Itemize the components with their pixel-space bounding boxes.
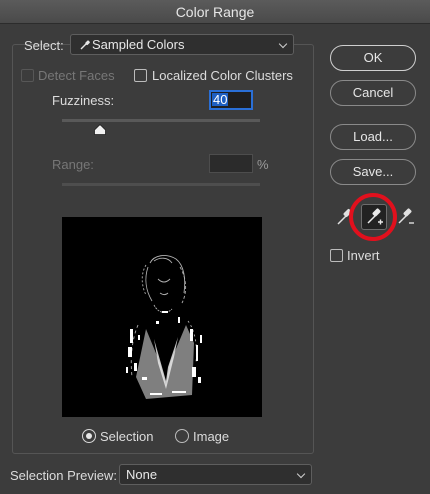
window-title: Color Range xyxy=(0,0,430,24)
highlight-annotation-circle xyxy=(349,193,397,241)
load-button[interactable]: Load... xyxy=(330,124,416,150)
select-value: Sampled Colors xyxy=(92,37,185,52)
image-radio-label: Image xyxy=(193,429,230,444)
select-label: Select: xyxy=(24,38,64,53)
color-range-dialog: Color Range Select: Sampled Colors Detec… xyxy=(0,0,430,494)
subtract-from-sample-tool[interactable] xyxy=(394,205,418,229)
selection-radio-label: Selection xyxy=(100,429,154,444)
selection-radio[interactable] xyxy=(82,429,96,443)
invert-checkbox[interactable] xyxy=(330,249,343,262)
fuzziness-label: Fuzziness: xyxy=(52,93,115,108)
select-dropdown[interactable]: Sampled Colors xyxy=(70,34,294,55)
invert-label: Invert xyxy=(347,248,380,263)
detect-faces-checkbox[interactable] xyxy=(21,69,34,82)
range-slider-track[interactable] xyxy=(62,183,260,186)
ok-button[interactable]: OK xyxy=(330,45,416,71)
image-radio[interactable] xyxy=(175,429,189,443)
cancel-button[interactable]: Cancel xyxy=(330,80,416,106)
fuzziness-slider-track[interactable] xyxy=(62,119,260,122)
localized-clusters-label: Localized Color Clusters xyxy=(152,68,293,83)
selection-preview-label: Selection Preview: xyxy=(10,468,117,483)
range-label: Range: xyxy=(52,157,94,172)
fuzziness-value: 40 xyxy=(212,92,229,107)
slider-thumb-icon xyxy=(93,124,106,135)
chevron-down-icon xyxy=(296,469,306,479)
detect-faces-label: Detect Faces xyxy=(38,68,115,83)
save-button[interactable]: Save... xyxy=(330,159,416,185)
selection-preview-image xyxy=(62,217,262,417)
fuzziness-input[interactable]: 40 xyxy=(209,90,253,110)
range-input[interactable] xyxy=(209,154,253,173)
range-unit: % xyxy=(257,157,269,172)
localized-clusters-checkbox[interactable] xyxy=(134,69,147,82)
eyedropper-icon xyxy=(80,40,90,50)
eyedropper-minus-icon xyxy=(398,208,414,224)
mask-preview xyxy=(126,255,202,399)
selection-preview-value: None xyxy=(126,467,158,482)
selection-preview-dropdown[interactable]: None xyxy=(119,464,312,485)
chevron-down-icon xyxy=(278,39,288,49)
